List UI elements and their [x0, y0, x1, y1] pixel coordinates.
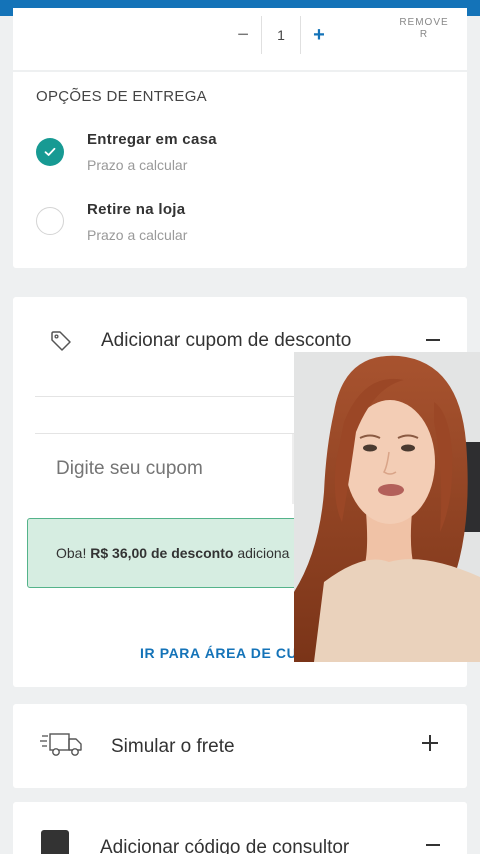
expand-icon[interactable] — [422, 735, 438, 751]
decrement-button[interactable]: − — [225, 16, 261, 54]
check-icon — [44, 147, 56, 156]
delivery-home-label[interactable]: Entregar em casa — [87, 131, 217, 148]
presenter-video — [294, 352, 480, 662]
collapse-icon[interactable] — [426, 339, 440, 341]
quantity-stepper: − 1 + — [225, 16, 337, 54]
delivery-home-eta: Prazo a calcular — [87, 157, 188, 173]
coupon-input[interactable] — [35, 434, 295, 504]
coupon-toggle-label[interactable]: Adicionar cupom de desconto — [101, 330, 351, 352]
quantity-value[interactable]: 1 — [261, 16, 301, 54]
delivery-options-card: OPÇÕES DE ENTREGA Entregar em casa Prazo… — [13, 72, 467, 268]
shipping-toggle-label[interactable]: Simular o frete — [111, 736, 235, 758]
consultant-toggle-label[interactable]: Adicionar código de consultor — [100, 837, 349, 854]
success-suffix: adiciona — [237, 545, 290, 561]
truck-icon — [40, 730, 84, 763]
delivery-section-title: OPÇÕES DE ENTREGA — [36, 88, 207, 105]
pickup-store-eta: Prazo a calcular — [87, 227, 188, 243]
increment-button[interactable]: + — [301, 16, 337, 54]
consultant-badge-icon — [41, 830, 69, 854]
delivery-home-radio[interactable] — [36, 138, 64, 166]
success-amount: R$ 36,00 de desconto — [90, 545, 234, 561]
tag-icon — [49, 329, 73, 358]
collapse-icon[interactable] — [426, 844, 440, 846]
shipping-simulation-card: Simular o frete — [13, 704, 467, 788]
pickup-store-label[interactable]: Retire na loja — [87, 201, 185, 218]
consultant-code-card: Adicionar código de consultor — [13, 802, 467, 854]
account-area-link[interactable]: IR PARA ÁREA DE CU — [140, 645, 297, 661]
webcam-overlay — [294, 352, 480, 662]
pickup-store-radio[interactable] — [36, 207, 64, 235]
remove-link[interactable]: REMOVE R — [393, 17, 455, 41]
cart-item-card: − 1 + REMOVE R — [13, 8, 467, 70]
success-prefix: Oba! — [56, 545, 87, 561]
